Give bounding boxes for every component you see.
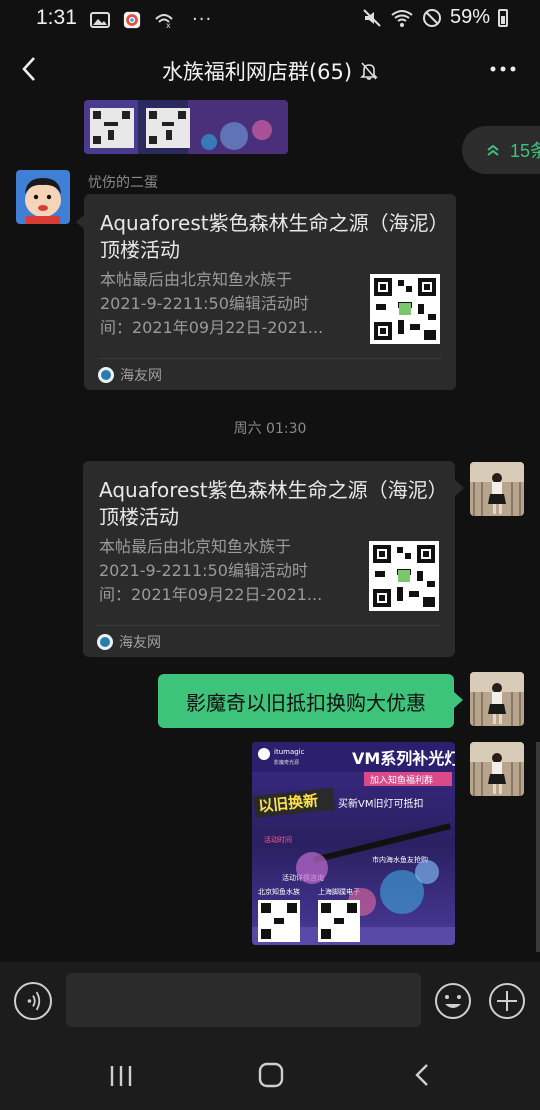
muted-bell-icon <box>360 62 378 80</box>
card-divider <box>97 625 441 626</box>
home-icon[interactable] <box>258 1062 284 1088</box>
bubble-tail <box>454 692 463 708</box>
chat-area[interactable]: 15条 忧伤的二蛋 Aquaforest紫色森林生命之源（海泥）顶楼活动 本帖最… <box>0 98 540 962</box>
battery-percent: 59% <box>449 6 490 28</box>
more-notifications-icon: ··· <box>192 9 213 30</box>
promo-brand-sub: 影魔奇光源 <box>274 759 299 766</box>
desc-line: 间：2021年09月22日-2021... <box>100 318 324 337</box>
gallery-icon <box>90 11 110 28</box>
more-options-icon[interactable] <box>488 56 518 82</box>
bubble-tail <box>455 480 464 496</box>
wifi-off-icon: x <box>155 13 173 29</box>
source-name: 海友网 <box>120 368 162 384</box>
unread-count-label: 15条 <box>510 141 540 161</box>
avatar-self[interactable] <box>470 672 524 726</box>
status-time: 1:31 <box>36 6 77 29</box>
link-card-description: 本帖最后由北京知鱼水族于 2021-9-2211:50编辑活动时 间：2021年… <box>99 535 345 607</box>
status-right: 59% <box>362 6 508 29</box>
card-divider <box>98 358 442 359</box>
emoji-icon[interactable] <box>434 982 472 1020</box>
voice-input-icon[interactable] <box>14 982 52 1020</box>
avatar-sender[interactable] <box>16 170 70 224</box>
scrollbar[interactable] <box>536 742 540 952</box>
source-name: 海友网 <box>119 635 161 651</box>
promo-headline: VM系列补光灯 <box>352 749 455 768</box>
promo-brand: itumagic <box>274 748 305 756</box>
promo-subline: 加入知鱼福利群 <box>370 774 433 786</box>
link-card-source: 海友网 <box>97 632 161 652</box>
title-bar: 水族福利网店群(65) <box>0 40 540 98</box>
desc-line: 2021-9-2211:50编辑活动时 <box>99 561 308 580</box>
promo-line-d: 北京知鱼水族 <box>258 887 300 896</box>
link-card-title: Aquaforest紫色森林生命之源（海泥）顶楼活动 <box>100 211 439 262</box>
system-nav-bar <box>0 1042 540 1110</box>
source-logo-icon <box>98 367 114 383</box>
promo-tagline: 买新VM旧灯可抵扣 <box>338 797 423 810</box>
link-card-received[interactable]: Aquaforest紫色森林生命之源（海泥）顶楼活动 本帖最后由北京知鱼水族于 … <box>84 194 456 390</box>
nav-back-icon[interactable] <box>412 1062 432 1088</box>
double-chevron-up-icon <box>487 144 499 156</box>
wifi-icon <box>391 9 413 27</box>
desc-line: 本帖最后由北京知鱼水族于 <box>99 537 292 556</box>
message-timestamp: 周六 01:30 <box>233 421 307 437</box>
desc-line: 本帖最后由北京知鱼水族于 <box>100 270 293 289</box>
promo-line-a: 活动时间 <box>264 835 292 844</box>
app-store-icon <box>123 11 141 28</box>
chat-title: 水族福利网店群(65) <box>161 60 353 84</box>
desc-line: 2021-9-2211:50编辑活动时 <box>100 294 309 313</box>
notification-icons: x ··· <box>90 9 212 30</box>
source-logo-icon <box>97 634 113 650</box>
add-attachment-icon[interactable] <box>488 982 526 1020</box>
svg-text:x: x <box>166 21 171 29</box>
image-message-promo-poster[interactable]: itumagic 影魔奇光源 VM系列补光灯 加入知鱼福利群 以旧换新 买新VM… <box>252 742 455 945</box>
input-bar <box>0 962 540 1042</box>
link-card-title: Aquaforest紫色森林生命之源（海泥）顶楼活动 <box>99 478 438 529</box>
text-message-sent[interactable]: 影魔奇以旧抵扣换购大优惠 <box>158 674 454 728</box>
do-not-disturb-icon <box>422 8 441 27</box>
status-bar: 1:31 x ··· 59% <box>0 0 540 40</box>
image-message-qr-codes[interactable] <box>84 100 288 154</box>
mute-icon <box>363 8 381 27</box>
recent-apps-icon[interactable] <box>108 1064 134 1088</box>
unread-messages-pill[interactable]: 15条 <box>462 126 540 174</box>
desc-line: 间：2021年09月22日-2021... <box>99 585 323 604</box>
avatar-self[interactable] <box>470 742 524 796</box>
link-card-description: 本帖最后由北京知鱼水族于 2021-9-2211:50编辑活动时 间：2021年… <box>100 268 346 340</box>
message-input[interactable] <box>66 973 421 1027</box>
sender-name: 忧伤的二蛋 <box>88 175 158 191</box>
link-card-source: 海友网 <box>98 365 162 385</box>
chat-title-container[interactable]: 水族福利网店群(65) <box>0 56 540 86</box>
link-card-sent[interactable]: Aquaforest紫色森林生命之源（海泥）顶楼活动 本帖最后由北京知鱼水族于 … <box>83 461 455 657</box>
avatar-self[interactable] <box>470 462 524 516</box>
qr-code-thumbnail <box>370 274 440 344</box>
qr-code-thumbnail <box>369 541 439 611</box>
battery-icon <box>498 8 508 27</box>
